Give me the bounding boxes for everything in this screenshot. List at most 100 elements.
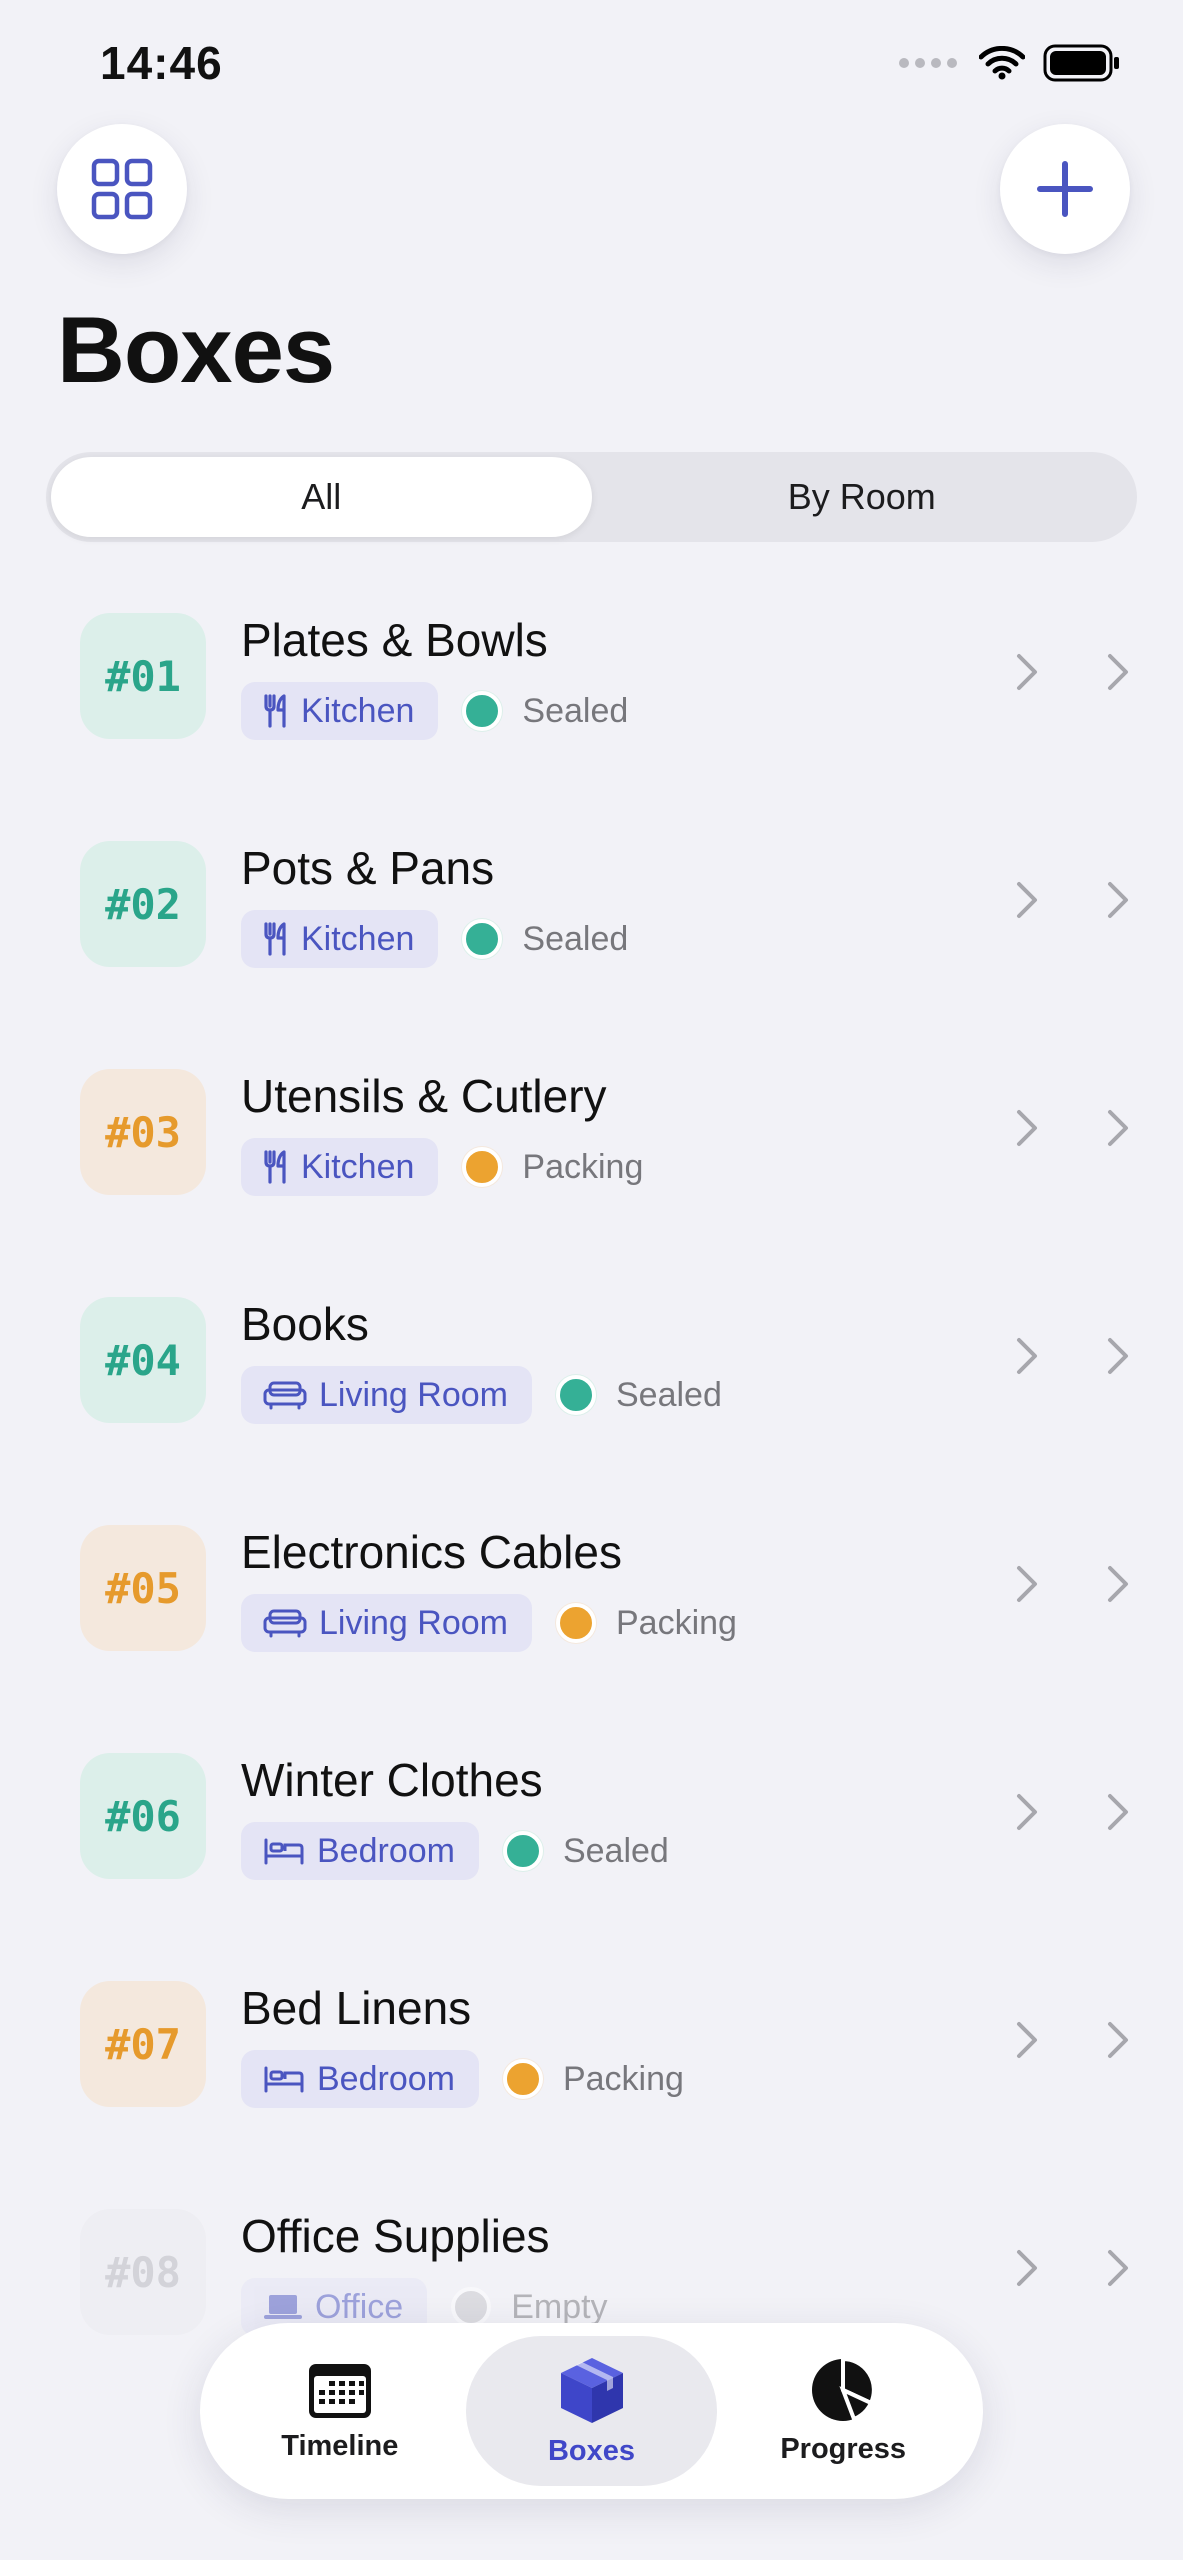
grid-icon	[91, 158, 153, 220]
room-tag-label: Bedroom	[317, 2059, 455, 2098]
box-number-badge: #04	[80, 1297, 206, 1423]
status-dot	[555, 1375, 596, 1415]
pie-chart-icon	[812, 2356, 877, 2422]
utensils-icon	[263, 922, 289, 956]
box-icon	[560, 2357, 623, 2423]
tab-progress[interactable]: Progress	[717, 2336, 969, 2486]
page-title: Boxes	[57, 297, 335, 402]
status-label: Packing	[615, 1603, 737, 1642]
battery-icon	[1043, 44, 1119, 82]
chevron-right-icon	[1106, 1108, 1130, 1153]
laptop-icon	[263, 2293, 303, 2321]
chevron-right-icon	[1015, 1336, 1039, 1381]
box-row[interactable]: #04 Books Living Room Sealed	[0, 1284, 1183, 1454]
utensils-icon	[263, 694, 289, 728]
chevron-right-icon	[1106, 1336, 1130, 1381]
sofa-icon	[263, 1608, 307, 1638]
chevron-right-icon	[1015, 652, 1039, 697]
segment-all[interactable]: All	[51, 457, 592, 537]
box-name: Utensils & Cutlery	[241, 1070, 607, 1122]
box-number-badge: #01	[80, 613, 206, 739]
chevron-right-icon	[1015, 1108, 1039, 1153]
room-tag: Bedroom	[241, 2050, 479, 2108]
status-label: Sealed	[522, 691, 629, 730]
box-name: Plates & Bowls	[241, 614, 548, 666]
status-label: Packing	[562, 2059, 684, 2098]
chevron-right-icon	[1106, 652, 1130, 697]
tab-boxes[interactable]: Boxes	[465, 2336, 718, 2486]
box-meta: Living Room Packing	[241, 1594, 737, 1652]
chevron-right-icon	[1015, 2020, 1039, 2065]
room-tag: Kitchen	[241, 682, 439, 740]
box-row[interactable]: #02 Pots & Pans Kitchen Sealed	[0, 828, 1183, 998]
segment-by-room[interactable]: By Room	[592, 457, 1133, 537]
tab-progress-label: Progress	[780, 2432, 907, 2465]
status-dot	[502, 1831, 543, 1871]
add-box-button[interactable]	[1000, 124, 1130, 254]
room-tag-label: Kitchen	[301, 1147, 415, 1186]
box-meta: Kitchen Sealed	[241, 910, 628, 968]
status-dot	[462, 1147, 503, 1187]
wifi-icon	[979, 46, 1025, 80]
status-dot	[502, 2059, 543, 2099]
status-bar: 14:46	[0, 0, 1183, 120]
status-label: Empty	[511, 2287, 608, 2326]
tab-timeline-label: Timeline	[281, 2429, 399, 2462]
room-tag: Kitchen	[241, 910, 439, 968]
box-meta: Living Room Sealed	[241, 1366, 722, 1424]
box-number-badge: #07	[80, 1981, 206, 2107]
status-icons	[899, 44, 1121, 82]
status-label: Sealed	[522, 919, 629, 958]
box-number-badge: #03	[80, 1069, 206, 1195]
box-meta: Bedroom Sealed	[241, 1822, 669, 1880]
room-tag: Kitchen	[241, 1138, 439, 1196]
box-number-badge: #08	[80, 2209, 206, 2335]
chevron-right-icon	[1106, 1564, 1130, 1609]
chevron-right-icon	[1015, 1564, 1039, 1609]
plus-icon	[1037, 161, 1093, 217]
box-name: Winter Clothes	[241, 1754, 543, 1806]
room-tag: Living Room	[241, 1366, 532, 1424]
chevron-right-icon	[1106, 1792, 1130, 1837]
calendar-icon	[308, 2363, 371, 2418]
box-number-badge: #05	[80, 1525, 206, 1651]
status-label: Sealed	[615, 1375, 722, 1414]
status-dot	[451, 2287, 492, 2327]
status-dot	[555, 1603, 596, 1643]
status-dot	[462, 691, 503, 731]
cellular-signal-icon	[899, 58, 957, 68]
box-name: Office Supplies	[241, 2210, 550, 2262]
status-label: Sealed	[562, 1831, 669, 1870]
box-row[interactable]: #07 Bed Linens Bedroom Packing	[0, 1968, 1183, 2138]
filter-segmented-control: All By Room	[46, 452, 1137, 542]
bed-icon	[263, 2064, 305, 2094]
utensils-icon	[263, 1150, 289, 1184]
chevron-right-icon	[1106, 2020, 1130, 2065]
status-time: 14:46	[100, 37, 223, 89]
box-row[interactable]: #05 Electronics Cables Living Room Packing	[0, 1512, 1183, 1682]
bed-icon	[263, 1836, 305, 1866]
box-number-badge: #06	[80, 1753, 206, 1879]
box-name: Electronics Cables	[241, 1526, 622, 1578]
sofa-icon	[263, 1380, 307, 1410]
status-dot	[462, 919, 503, 959]
box-row[interactable]: #06 Winter Clothes Bedroom Sealed	[0, 1740, 1183, 1910]
chevron-right-icon	[1015, 880, 1039, 925]
box-meta: Bedroom Packing	[241, 2050, 684, 2108]
chevron-right-icon	[1106, 880, 1130, 925]
grid-view-button[interactable]	[57, 124, 187, 254]
tab-timeline[interactable]: Timeline	[214, 2336, 466, 2486]
room-tag-label: Office	[315, 2287, 404, 2326]
box-meta: Kitchen Packing	[241, 1138, 643, 1196]
box-name: Bed Linens	[241, 1982, 472, 2034]
room-tag-label: Bedroom	[317, 1831, 455, 1870]
box-row[interactable]: #01 Plates & Bowls Kitchen Sealed	[0, 600, 1183, 770]
box-number-badge: #02	[80, 841, 206, 967]
status-label: Packing	[522, 1147, 644, 1186]
box-row[interactable]: #03 Utensils & Cutlery Kitchen Packing	[0, 1056, 1183, 1226]
box-name: Books	[241, 1298, 369, 1350]
chevron-right-icon	[1015, 2248, 1039, 2293]
box-name: Pots & Pans	[241, 842, 495, 894]
room-tag-label: Kitchen	[301, 919, 415, 958]
room-tag: Living Room	[241, 1594, 532, 1652]
